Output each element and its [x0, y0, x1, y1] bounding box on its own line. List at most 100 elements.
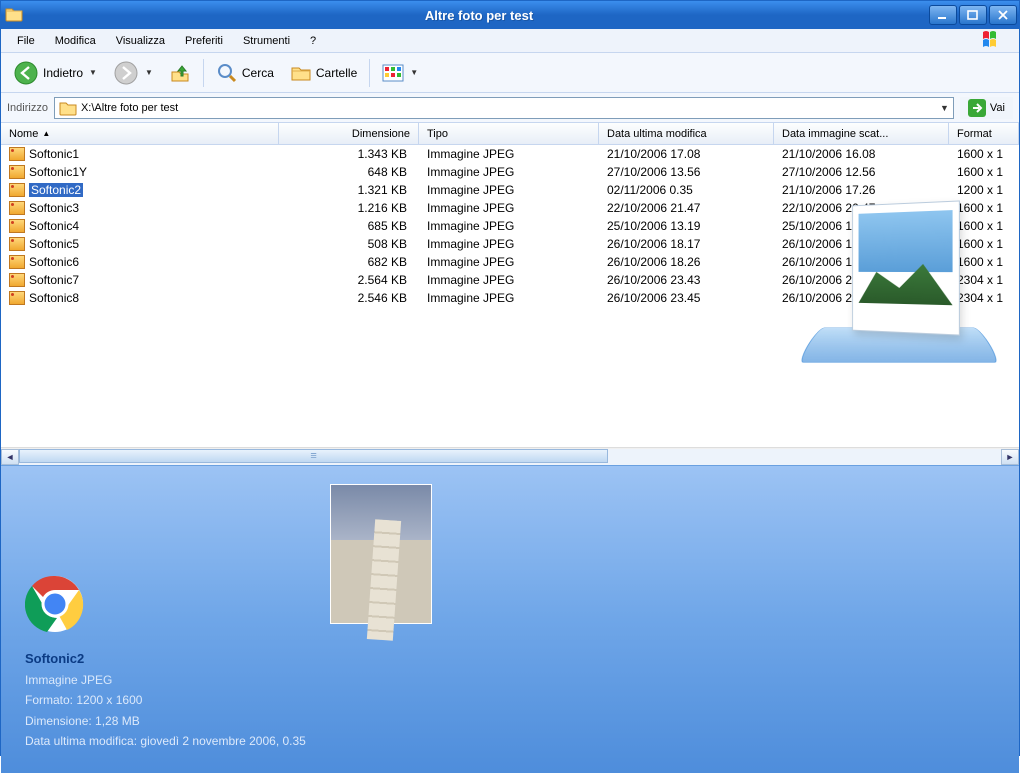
details-metadata: Softonic2 Immagine JPEG Formato: 1200 x …: [25, 648, 306, 752]
separator: [369, 59, 370, 87]
file-date-taken: 21/10/2006 17.26: [774, 183, 949, 197]
file-row[interactable]: Softonic1Y648 KBImmagine JPEG27/10/2006 …: [1, 163, 1019, 181]
image-file-icon: [9, 183, 25, 197]
file-date-modified: 27/10/2006 13.56: [599, 165, 774, 179]
address-input[interactable]: X:\Altre foto per test ▼: [54, 97, 954, 119]
column-tipo[interactable]: Tipo: [419, 123, 599, 144]
maximize-button[interactable]: [959, 5, 987, 25]
file-type: Immagine JPEG: [419, 291, 599, 305]
file-row[interactable]: Softonic82.546 KBImmagine JPEG26/10/2006…: [1, 289, 1019, 307]
file-format: 1200 x 1: [949, 183, 1019, 197]
file-name: Softonic6: [29, 255, 79, 269]
file-date-modified: 26/10/2006 18.17: [599, 237, 774, 251]
file-row[interactable]: Softonic11.343 KBImmagine JPEG21/10/2006…: [1, 145, 1019, 163]
file-size: 1.216 KB: [279, 201, 419, 215]
file-date-modified: 26/10/2006 23.45: [599, 291, 774, 305]
menu-bar: File Modifica Visualizza Preferiti Strum…: [1, 29, 1019, 53]
file-date-modified: 26/10/2006 18.26: [599, 255, 774, 269]
up-button[interactable]: [165, 60, 195, 86]
forward-button[interactable]: ▼: [109, 58, 157, 88]
search-label: Cerca: [242, 66, 274, 80]
go-button[interactable]: Vai: [960, 97, 1013, 119]
file-format: 2304 x 1: [949, 273, 1019, 287]
go-arrow-icon: [968, 99, 986, 117]
file-name: Softonic4: [29, 219, 79, 233]
image-file-icon: [9, 165, 25, 179]
image-file-icon: [9, 201, 25, 215]
back-button[interactable]: Indietro ▼: [9, 58, 101, 88]
file-list[interactable]: Softonic11.343 KBImmagine JPEG21/10/2006…: [1, 145, 1019, 447]
file-size: 682 KB: [279, 255, 419, 269]
separator: [203, 59, 204, 87]
folders-label: Cartelle: [316, 66, 357, 80]
horizontal-scrollbar[interactable]: ◄ ►: [1, 447, 1019, 465]
windows-flag-icon[interactable]: [971, 26, 1013, 55]
menu-preferiti[interactable]: Preferiti: [175, 31, 233, 51]
file-row[interactable]: Softonic31.216 KBImmagine JPEG22/10/2006…: [1, 199, 1019, 217]
file-format: 1600 x 1: [949, 201, 1019, 215]
file-size: 2.546 KB: [279, 291, 419, 305]
file-name: Softonic5: [29, 237, 79, 251]
column-name[interactable]: Nome▲: [1, 123, 279, 144]
file-type: Immagine JPEG: [419, 273, 599, 287]
file-type: Immagine JPEG: [419, 165, 599, 179]
file-size: 1.343 KB: [279, 147, 419, 161]
views-button[interactable]: ▼: [378, 62, 422, 84]
file-name: Softonic2: [29, 183, 83, 197]
details-filetype: Immagine JPEG: [25, 670, 306, 690]
file-size: 2.564 KB: [279, 273, 419, 287]
file-type: Immagine JPEG: [419, 237, 599, 251]
file-name: Softonic1: [29, 147, 79, 161]
menu-modifica[interactable]: Modifica: [45, 31, 106, 51]
menu-help[interactable]: ?: [300, 31, 326, 51]
scroll-right-button[interactable]: ►: [1001, 449, 1019, 465]
file-date-modified: 26/10/2006 23.43: [599, 273, 774, 287]
file-date-taken: 26/10/2006 22.43: [774, 273, 949, 287]
search-button[interactable]: Cerca: [212, 60, 278, 86]
file-name: Softonic3: [29, 201, 79, 215]
file-row[interactable]: Softonic72.564 KBImmagine JPEG26/10/2006…: [1, 271, 1019, 289]
details-pane: Softonic2 Immagine JPEG Formato: 1200 x …: [1, 465, 1019, 773]
details-thumbnail: [330, 484, 432, 624]
chevron-down-icon[interactable]: ▼: [89, 68, 97, 77]
column-dimensione[interactable]: Dimensione: [279, 123, 419, 144]
address-label: Indirizzo: [7, 102, 48, 114]
column-formato[interactable]: Format: [949, 123, 1019, 144]
file-row[interactable]: Softonic4685 KBImmagine JPEG25/10/2006 1…: [1, 217, 1019, 235]
file-format: 2304 x 1: [949, 291, 1019, 305]
file-date-modified: 02/11/2006 0.35: [599, 183, 774, 197]
scroll-left-button[interactable]: ◄: [1, 449, 19, 465]
toolbar: Indietro ▼ ▼ Cerca Cartelle ▼: [1, 53, 1019, 93]
scroll-track[interactable]: [19, 449, 1001, 465]
column-data-immagine[interactable]: Data immagine scat...: [774, 123, 949, 144]
minimize-button[interactable]: [929, 5, 957, 25]
file-type: Immagine JPEG: [419, 183, 599, 197]
scroll-thumb[interactable]: [19, 449, 608, 463]
file-type: Immagine JPEG: [419, 201, 599, 215]
image-file-icon: [9, 255, 25, 269]
chevron-down-icon[interactable]: ▼: [145, 68, 153, 77]
image-file-icon: [9, 147, 25, 161]
file-format: 1600 x 1: [949, 147, 1019, 161]
file-size: 648 KB: [279, 165, 419, 179]
file-size: 685 KB: [279, 219, 419, 233]
file-format: 1600 x 1: [949, 219, 1019, 233]
file-row[interactable]: Softonic5508 KBImmagine JPEG26/10/2006 1…: [1, 235, 1019, 253]
file-row[interactable]: Softonic6682 KBImmagine JPEG26/10/2006 1…: [1, 253, 1019, 271]
window-title: Altre foto per test: [29, 8, 929, 23]
menu-strumenti[interactable]: Strumenti: [233, 31, 300, 51]
close-button[interactable]: [989, 5, 1017, 25]
chevron-down-icon[interactable]: ▼: [410, 68, 418, 77]
chevron-down-icon[interactable]: ▼: [940, 103, 949, 113]
column-data-modifica[interactable]: Data ultima modifica: [599, 123, 774, 144]
folder-icon: [59, 100, 77, 116]
file-date-modified: 25/10/2006 13.19: [599, 219, 774, 233]
file-format: 1600 x 1: [949, 255, 1019, 269]
details-filename: Softonic2: [25, 648, 306, 670]
file-row[interactable]: Softonic21.321 KBImmagine JPEG02/11/2006…: [1, 181, 1019, 199]
file-date-taken: 21/10/2006 16.08: [774, 147, 949, 161]
folders-button[interactable]: Cartelle: [286, 61, 361, 85]
menu-file[interactable]: File: [7, 31, 45, 51]
menu-visualizza[interactable]: Visualizza: [106, 31, 175, 51]
file-date-taken: 26/10/2006 22.45: [774, 291, 949, 305]
